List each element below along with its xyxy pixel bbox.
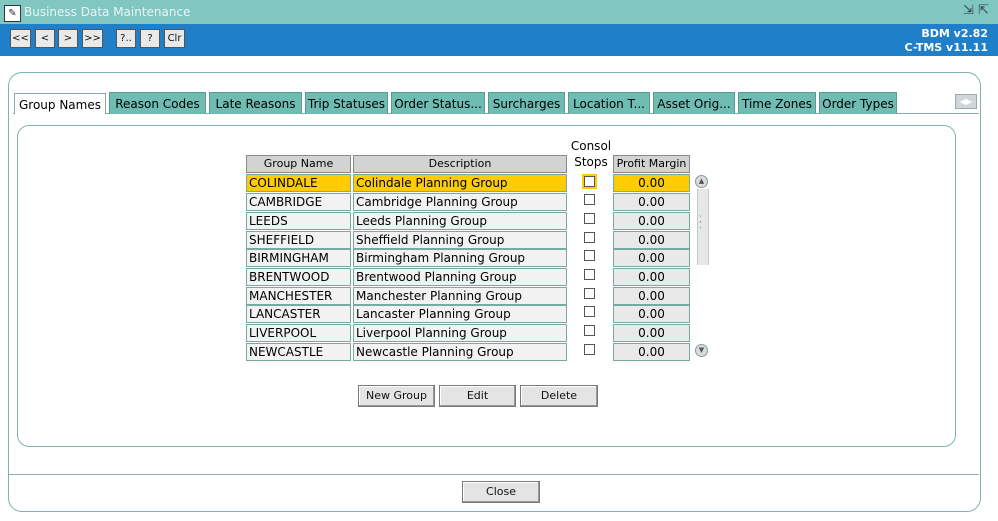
app-version: BDM v2.82 bbox=[921, 27, 988, 40]
column-header-consol-stops: Consol Stops bbox=[568, 138, 614, 170]
tab-trip-statuses[interactable]: Trip Statuses bbox=[305, 92, 388, 114]
group-name-cell[interactable]: LIVERPOOL bbox=[246, 324, 351, 342]
edit-button[interactable]: Edit bbox=[439, 385, 516, 407]
tab-group-names[interactable]: Group Names bbox=[14, 93, 106, 114]
tab-asset-origins[interactable]: Asset Orig... bbox=[653, 92, 735, 114]
tab-late-reasons[interactable]: Late Reasons bbox=[209, 92, 302, 114]
tab-surcharges[interactable]: Surcharges bbox=[488, 92, 565, 114]
group-name-cell[interactable]: BIRMINGHAM bbox=[246, 249, 351, 267]
consol-stops-checkbox[interactable] bbox=[582, 174, 597, 189]
help-button[interactable]: ? bbox=[140, 29, 160, 48]
consol-stops-checkbox[interactable] bbox=[584, 288, 595, 299]
product-version: C-TMS v11.11 bbox=[904, 41, 988, 54]
profit-margin-cell[interactable]: 0.00 bbox=[613, 268, 690, 286]
tab-location-types[interactable]: Location T... bbox=[568, 92, 650, 114]
group-name-cell[interactable]: MANCHESTER bbox=[246, 287, 351, 305]
tab-reason-codes[interactable]: Reason Codes bbox=[109, 92, 206, 114]
consol-stops-checkbox[interactable] bbox=[584, 232, 595, 243]
first-record-button[interactable]: << bbox=[10, 29, 31, 48]
window-title: Business Data Maintenance bbox=[24, 5, 191, 19]
profit-margin-cell[interactable]: 0.00 bbox=[613, 343, 690, 361]
last-record-button[interactable]: >> bbox=[82, 29, 103, 48]
consol-stops-checkbox[interactable] bbox=[584, 306, 595, 317]
profit-margin-cell[interactable]: 0.00 bbox=[613, 193, 690, 211]
scroll-down-icon[interactable]: ▼ bbox=[695, 344, 708, 357]
profit-margin-cell[interactable]: 0.00 bbox=[613, 231, 690, 249]
consol-header-line2: Stops bbox=[574, 155, 608, 169]
consol-stops-checkbox[interactable] bbox=[584, 194, 595, 205]
consol-stops-checkbox[interactable] bbox=[584, 344, 595, 355]
group-name-cell[interactable]: LEEDS bbox=[246, 212, 351, 230]
column-header-group-name[interactable]: Group Name bbox=[246, 155, 351, 173]
footer-divider bbox=[9, 474, 979, 475]
consol-stops-checkbox[interactable] bbox=[584, 213, 595, 224]
delete-button[interactable]: Delete bbox=[520, 385, 598, 407]
next-record-button[interactable]: > bbox=[58, 29, 78, 48]
group-name-cell[interactable]: COLINDALE bbox=[246, 174, 351, 192]
profit-margin-cell[interactable]: 0.00 bbox=[613, 249, 690, 267]
toolbar: << < > >> ?.. ? Clr BDM v2.82 C-TMS v11.… bbox=[0, 24, 998, 56]
description-cell[interactable]: Birmingham Planning Group bbox=[353, 249, 567, 267]
tab-order-types[interactable]: Order Types bbox=[819, 92, 897, 114]
group-name-cell[interactable]: NEWCASTLE bbox=[246, 343, 351, 361]
column-header-profit-margin[interactable]: Profit Margin bbox=[613, 155, 690, 173]
group-name-cell[interactable]: CAMBRIDGE bbox=[246, 193, 351, 211]
profit-margin-cell[interactable]: 0.00 bbox=[613, 324, 690, 342]
group-name-cell[interactable]: SHEFFIELD bbox=[246, 231, 351, 249]
consol-header-line1: Consol bbox=[570, 139, 612, 153]
app-logo-icon: ✎ bbox=[4, 5, 21, 22]
profit-margin-cell[interactable]: 0.00 bbox=[613, 287, 690, 305]
description-cell[interactable]: Liverpool Planning Group bbox=[353, 324, 567, 342]
tab-time-zones[interactable]: Time Zones bbox=[738, 92, 816, 114]
group-name-cell[interactable]: LANCASTER bbox=[246, 305, 351, 323]
group-name-cell[interactable]: BRENTWOOD bbox=[246, 268, 351, 286]
new-group-button[interactable]: New Group bbox=[358, 385, 435, 407]
query-button[interactable]: ?.. bbox=[116, 29, 136, 48]
description-cell[interactable]: Manchester Planning Group bbox=[353, 287, 567, 305]
profit-margin-cell[interactable]: 0.00 bbox=[613, 212, 690, 230]
clear-button[interactable]: Clr bbox=[164, 29, 185, 48]
description-cell[interactable]: Cambridge Planning Group bbox=[353, 193, 567, 211]
title-bar: ✎ Business Data Maintenance ⇲ ⇱ bbox=[0, 0, 998, 24]
scroll-up-icon[interactable]: ▲ bbox=[695, 175, 708, 188]
scroll-grip-icon[interactable]: ⁚ ⁚ bbox=[699, 216, 702, 231]
description-cell[interactable]: Colindale Planning Group bbox=[353, 174, 567, 192]
close-button[interactable]: Close bbox=[462, 481, 540, 503]
description-cell[interactable]: Leeds Planning Group bbox=[353, 212, 567, 230]
description-cell[interactable]: Newcastle Planning Group bbox=[353, 343, 567, 361]
description-cell[interactable]: Brentwood Planning Group bbox=[353, 268, 567, 286]
description-cell[interactable]: Sheffield Planning Group bbox=[353, 231, 567, 249]
tab-order-status[interactable]: Order Status... bbox=[391, 92, 485, 114]
tab-scroll-arrows-icon[interactable]: ◀▶ bbox=[955, 94, 977, 109]
minimize-icon[interactable]: ⇲ bbox=[962, 4, 975, 18]
description-cell[interactable]: Lancaster Planning Group bbox=[353, 305, 567, 323]
consol-stops-checkbox[interactable] bbox=[584, 250, 595, 261]
maximize-icon[interactable]: ⇱ bbox=[977, 4, 990, 18]
consol-stops-checkbox[interactable] bbox=[584, 325, 595, 336]
profit-margin-cell[interactable]: 0.00 bbox=[613, 174, 690, 192]
previous-record-button[interactable]: < bbox=[35, 29, 55, 48]
profit-margin-cell[interactable]: 0.00 bbox=[613, 305, 690, 323]
consol-stops-checkbox[interactable] bbox=[584, 269, 595, 280]
column-header-description[interactable]: Description bbox=[353, 155, 567, 173]
